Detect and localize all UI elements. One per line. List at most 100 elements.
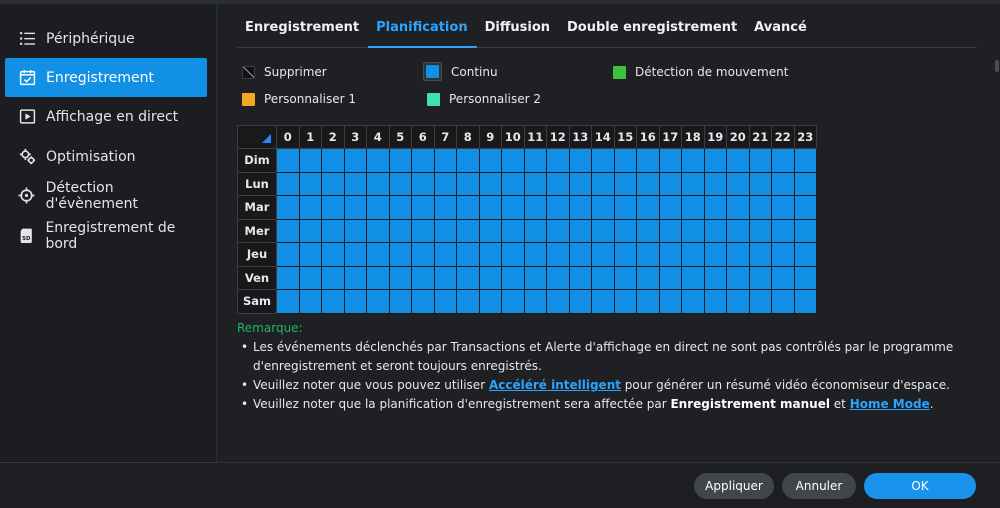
- hour-header[interactable]: 23: [793, 125, 817, 149]
- schedule-cell[interactable]: [276, 265, 300, 290]
- schedule-cell[interactable]: [793, 265, 817, 290]
- legend-detection-mouvement[interactable]: Détection de mouvement: [613, 65, 788, 79]
- schedule-cell[interactable]: [276, 289, 300, 314]
- schedule-cell[interactable]: [726, 289, 750, 314]
- schedule-cell[interactable]: [456, 171, 480, 196]
- schedule-cell[interactable]: [433, 148, 457, 173]
- schedule-cell[interactable]: [276, 148, 300, 173]
- schedule-cell[interactable]: [433, 171, 457, 196]
- day-header[interactable]: Mer: [237, 218, 277, 243]
- home-mode-link[interactable]: Home Mode: [850, 397, 930, 411]
- schedule-cell[interactable]: [388, 289, 412, 314]
- ok-button[interactable]: OK: [864, 473, 976, 499]
- schedule-cell[interactable]: [636, 148, 660, 173]
- schedule-cell[interactable]: [276, 218, 300, 243]
- schedule-cell[interactable]: [658, 195, 682, 220]
- schedule-cell[interactable]: [321, 195, 345, 220]
- tab-avance[interactable]: Avancé: [746, 14, 816, 48]
- schedule-cell[interactable]: [748, 218, 772, 243]
- schedule-cell[interactable]: [411, 289, 435, 314]
- schedule-cell[interactable]: [636, 195, 660, 220]
- schedule-cell[interactable]: [568, 148, 592, 173]
- schedule-cell[interactable]: [591, 171, 615, 196]
- sidebar-item-enregistrement-de-bord[interactable]: SD Enregistrement de bord: [5, 216, 207, 255]
- schedule-cell[interactable]: [568, 171, 592, 196]
- schedule-cell[interactable]: [546, 195, 570, 220]
- schedule-cell[interactable]: [298, 148, 322, 173]
- schedule-cell[interactable]: [478, 148, 502, 173]
- hour-header[interactable]: 8: [456, 125, 480, 149]
- schedule-cell[interactable]: [613, 171, 637, 196]
- schedule-cell[interactable]: [613, 289, 637, 314]
- schedule-cell[interactable]: [613, 265, 637, 290]
- schedule-cell[interactable]: [591, 289, 615, 314]
- schedule-cell[interactable]: [568, 195, 592, 220]
- schedule-cell[interactable]: [726, 171, 750, 196]
- schedule-cell[interactable]: [523, 218, 547, 243]
- schedule-cell[interactable]: [613, 242, 637, 267]
- schedule-cell[interactable]: [388, 195, 412, 220]
- schedule-cell[interactable]: [433, 289, 457, 314]
- schedule-cell[interactable]: [793, 195, 817, 220]
- schedule-cell[interactable]: [613, 148, 637, 173]
- hour-header[interactable]: 12: [546, 125, 570, 149]
- schedule-cell[interactable]: [343, 265, 367, 290]
- schedule-cell[interactable]: [501, 242, 525, 267]
- day-header[interactable]: Sam: [237, 289, 277, 314]
- schedule-cell[interactable]: [771, 289, 795, 314]
- schedule-cell[interactable]: [793, 242, 817, 267]
- schedule-cell[interactable]: [478, 171, 502, 196]
- hour-header[interactable]: 4: [366, 125, 390, 149]
- hour-header[interactable]: 5: [388, 125, 412, 149]
- schedule-cell[interactable]: [456, 289, 480, 314]
- day-header[interactable]: Dim: [237, 148, 277, 173]
- schedule-cell[interactable]: [703, 242, 727, 267]
- schedule-cell[interactable]: [388, 265, 412, 290]
- select-all-corner[interactable]: [237, 125, 277, 149]
- schedule-cell[interactable]: [456, 265, 480, 290]
- schedule-cell[interactable]: [298, 265, 322, 290]
- schedule-cell[interactable]: [568, 289, 592, 314]
- schedule-cell[interactable]: [501, 171, 525, 196]
- schedule-cell[interactable]: [748, 171, 772, 196]
- schedule-cell[interactable]: [658, 242, 682, 267]
- schedule-cell[interactable]: [276, 195, 300, 220]
- schedule-cell[interactable]: [636, 265, 660, 290]
- schedule-cell[interactable]: [411, 148, 435, 173]
- schedule-cell[interactable]: [703, 218, 727, 243]
- schedule-cell[interactable]: [591, 265, 615, 290]
- schedule-cell[interactable]: [793, 171, 817, 196]
- schedule-cell[interactable]: [771, 265, 795, 290]
- hour-header[interactable]: 18: [681, 125, 705, 149]
- hour-header[interactable]: 13: [568, 125, 592, 149]
- hour-header[interactable]: 6: [411, 125, 435, 149]
- schedule-cell[interactable]: [546, 148, 570, 173]
- schedule-cell[interactable]: [366, 218, 390, 243]
- schedule-cell[interactable]: [321, 171, 345, 196]
- day-header[interactable]: Lun: [237, 171, 277, 196]
- schedule-cell[interactable]: [568, 265, 592, 290]
- schedule-cell[interactable]: [388, 242, 412, 267]
- hour-header[interactable]: 3: [343, 125, 367, 149]
- schedule-cell[interactable]: [478, 195, 502, 220]
- schedule-cell[interactable]: [771, 195, 795, 220]
- hour-header[interactable]: 16: [636, 125, 660, 149]
- sidebar-item-peripherique[interactable]: Périphérique: [5, 19, 207, 58]
- schedule-cell[interactable]: [748, 195, 772, 220]
- schedule-cell[interactable]: [501, 195, 525, 220]
- sidebar-item-affichage-en-direct[interactable]: Affichage en direct: [5, 97, 207, 136]
- schedule-cell[interactable]: [546, 289, 570, 314]
- schedule-cell[interactable]: [658, 171, 682, 196]
- day-header[interactable]: Ven: [237, 265, 277, 290]
- schedule-cell[interactable]: [771, 218, 795, 243]
- hour-header[interactable]: 20: [726, 125, 750, 149]
- hour-header[interactable]: 7: [433, 125, 457, 149]
- tab-double-enregistrement[interactable]: Double enregistrement: [559, 14, 746, 48]
- schedule-cell[interactable]: [298, 218, 322, 243]
- schedule-cell[interactable]: [726, 195, 750, 220]
- schedule-cell[interactable]: [546, 242, 570, 267]
- schedule-cell[interactable]: [298, 195, 322, 220]
- legend-personnaliser-2[interactable]: Personnaliser 2: [427, 92, 541, 106]
- schedule-cell[interactable]: [366, 242, 390, 267]
- scrollbar[interactable]: [994, 44, 1000, 244]
